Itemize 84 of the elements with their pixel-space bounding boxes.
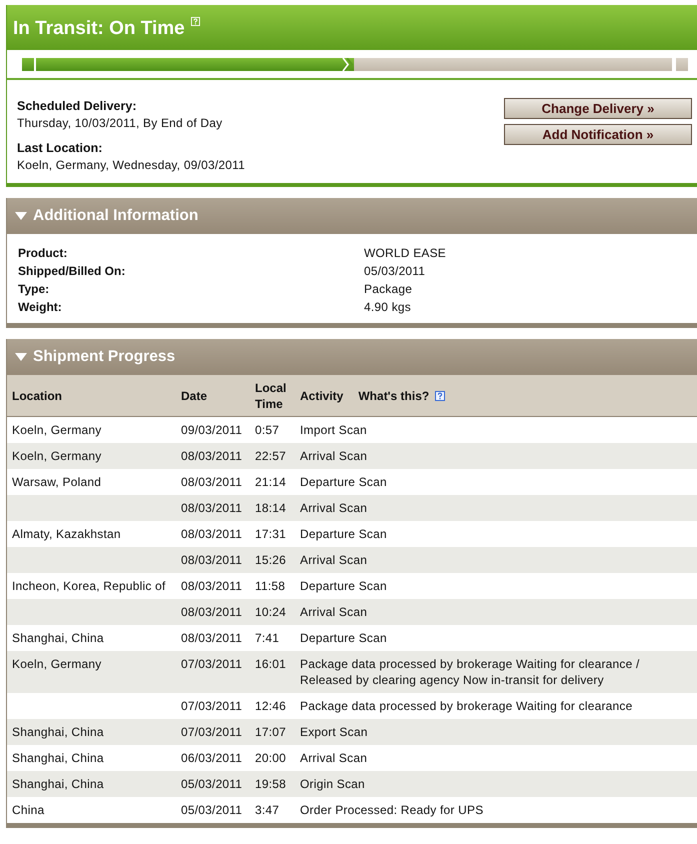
- activity-cell: Import Scan: [300, 422, 367, 438]
- location-cell: Shanghai, China: [12, 750, 104, 766]
- info-label: Product:: [18, 245, 68, 262]
- date-cell: 08/03/2011: [181, 474, 242, 490]
- activity-cell: Package data processed by brokerage Waiting for clearance: [300, 698, 632, 714]
- action-button[interactable]: Add Notification »: [504, 124, 692, 145]
- time-cell: 12:46: [255, 698, 286, 714]
- field-label: Last Location:: [17, 140, 104, 157]
- info-label: Type:: [18, 281, 50, 298]
- date-cell: 08/03/2011: [181, 526, 242, 542]
- time-cell: 3:47: [255, 802, 280, 818]
- activity-cell: Departure Scan: [300, 474, 387, 490]
- time-cell: 18:14: [255, 500, 286, 516]
- date-cell: 08/03/2011: [181, 500, 242, 516]
- field-value: Koeln, Germany, Wednesday, 09/03/2011: [17, 157, 245, 174]
- whats-this-link[interactable]: What's this?: [358, 388, 430, 404]
- activity-cell: Export Scan: [300, 724, 368, 740]
- column-header: Location: [12, 388, 62, 404]
- date-cell: 05/03/2011: [181, 776, 242, 792]
- location-cell: Warsaw, Poland: [12, 474, 102, 490]
- date-cell: 08/03/2011: [181, 552, 242, 568]
- activity-cell: Order Processed: Ready for UPS: [300, 802, 484, 818]
- time-cell: 19:58: [255, 776, 286, 792]
- location-cell: Koeln, Germany: [12, 656, 102, 672]
- time-cell: 15:26: [255, 552, 286, 568]
- field-value: Thursday, 10/03/2011, By End of Day: [17, 115, 224, 132]
- time-cell: 20:00: [255, 750, 286, 766]
- field-label: Scheduled Delivery:: [17, 98, 138, 115]
- section-title: Additional Information: [33, 206, 198, 226]
- activity-cell: Origin Scan: [300, 776, 365, 792]
- activity-cell: Departure Scan: [300, 630, 387, 646]
- location-cell: Shanghai, China: [12, 776, 104, 792]
- time-cell: 22:57: [255, 448, 286, 464]
- activity-cell: Arrival Scan: [300, 604, 368, 620]
- time-cell: 10:24: [255, 604, 286, 620]
- time-cell: 16:01: [255, 656, 286, 672]
- info-value: Package: [364, 281, 414, 298]
- caret-icon: [15, 212, 27, 220]
- location-cell: Incheon, Korea, Republic of: [12, 578, 166, 594]
- location-cell: China: [12, 802, 44, 818]
- time-cell: 21:14: [255, 474, 286, 490]
- activity-cell: Arrival Scan: [300, 500, 368, 516]
- caret-icon: [15, 353, 27, 361]
- help-icon[interactable]: [435, 390, 446, 400]
- location-cell: Shanghai, China: [12, 630, 104, 646]
- activity-cell: Departure Scan: [300, 578, 387, 594]
- date-cell: 08/03/2011: [181, 448, 242, 464]
- info-value: 05/03/2011: [364, 263, 426, 280]
- progress-start-segment: [22, 58, 34, 71]
- time-cell: 7:41: [255, 630, 280, 646]
- activity-cell: Arrival Scan: [300, 448, 368, 464]
- activity-cell: Arrival Scan: [300, 750, 368, 766]
- date-cell: 06/03/2011: [181, 750, 242, 766]
- date-cell: 07/03/2011: [181, 698, 242, 714]
- date-cell: 09/03/2011: [181, 422, 242, 438]
- progress-end-segment: [676, 58, 688, 71]
- activity-cell: Arrival Scan: [300, 552, 368, 568]
- date-cell: 05/03/2011: [181, 802, 242, 818]
- time-cell: 0:57: [255, 422, 280, 438]
- chevron-icon: [342, 58, 354, 71]
- date-cell: 08/03/2011: [181, 604, 242, 620]
- time-cell: 11:58: [255, 578, 286, 594]
- status-title: In Transit: On Time: [13, 16, 185, 40]
- column-header: Date: [181, 388, 208, 404]
- column-header: Activity: [300, 388, 344, 404]
- info-label: Shipped/Billed On:: [18, 263, 126, 280]
- location-cell: Koeln, Germany: [12, 422, 102, 438]
- date-cell: 07/03/2011: [181, 724, 242, 740]
- activity-cell: Departure Scan: [300, 526, 387, 542]
- info-value: WORLD EASE: [364, 245, 448, 262]
- location-cell: Koeln, Germany: [12, 448, 102, 464]
- time-cell: 17:07: [255, 724, 286, 740]
- date-cell: 07/03/2011: [181, 656, 242, 672]
- activity-cell-text: Package data processed by brokerage Waiting for clearance / Released by clearing agency Now in-transit for delivery: [300, 656, 641, 688]
- location-cell: Almaty, Kazakhstan: [12, 526, 121, 542]
- info-label: Weight:: [18, 299, 63, 316]
- date-cell: 08/03/2011: [181, 578, 242, 594]
- column-header: Local Time: [255, 380, 288, 412]
- date-cell: 08/03/2011: [181, 630, 242, 646]
- location-cell: Shanghai, China: [12, 724, 104, 740]
- action-button[interactable]: Change Delivery »: [504, 98, 692, 119]
- time-cell: 17:31: [255, 526, 286, 542]
- section-title: Shipment Progress: [33, 347, 176, 367]
- info-value: 4.90 kgs: [364, 299, 412, 316]
